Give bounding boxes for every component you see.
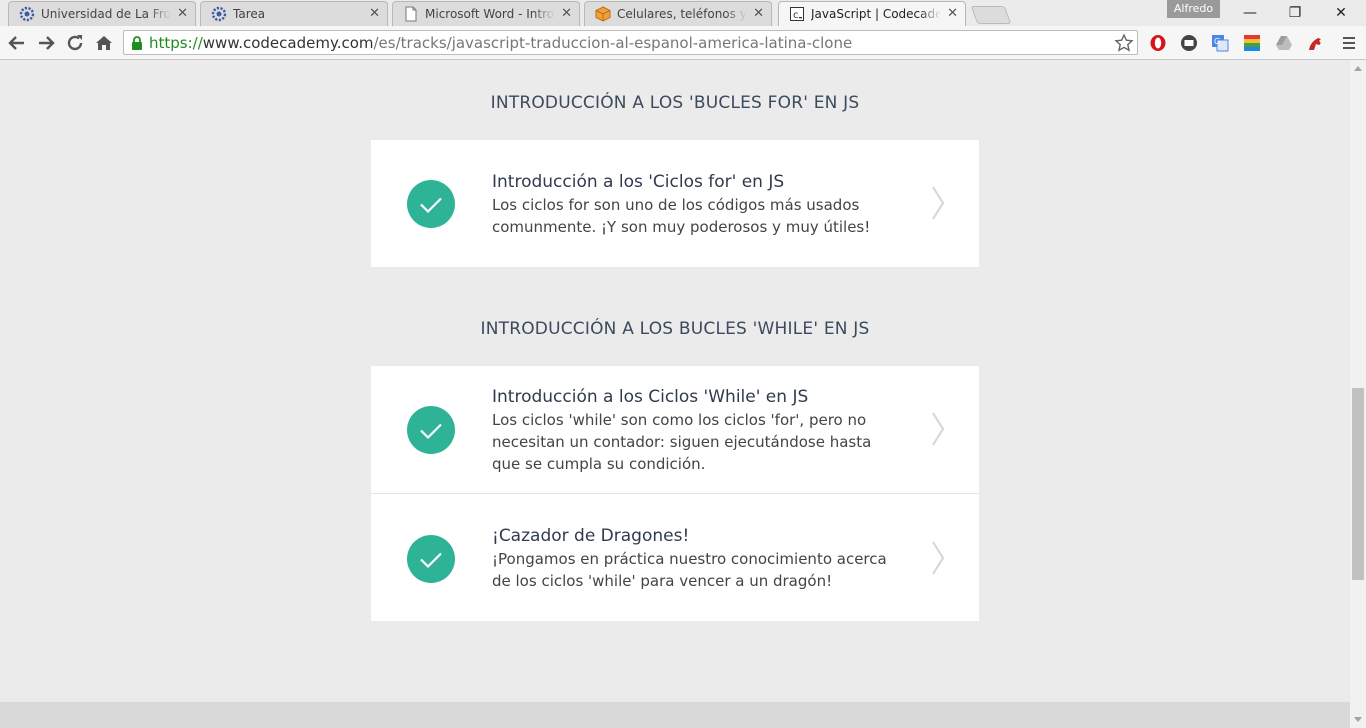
lesson-title: Introducción a los 'Ciclos for' en JS — [492, 172, 785, 192]
secure-lock-icon — [129, 35, 145, 51]
completed-check-icon — [407, 406, 455, 454]
university-gear-icon — [211, 6, 227, 22]
minimize-button[interactable]: — — [1230, 3, 1270, 23]
url-host: www.codecademy.com — [202, 34, 374, 52]
tab-close-icon[interactable]: ✕ — [947, 6, 958, 22]
page-viewport: INTRODUCCIÓN A LOS 'BUCLES FOR' EN JS In… — [0, 60, 1350, 728]
lesson-description: ¡Pongamos en práctica nuestro conocimien… — [492, 550, 887, 590]
codecademy-icon: c — [789, 6, 805, 22]
window-close-button[interactable]: ✕ — [1321, 3, 1361, 23]
tab-close-icon[interactable]: ✕ — [561, 6, 572, 22]
tab-title: Microsoft Word - Introducción — [425, 7, 555, 21]
lesson-card-cazador-de-dragones[interactable]: ¡Cazador de Dragones! ¡Pongamos en práct… — [371, 493, 979, 621]
section-heading-while-loops: INTRODUCCIÓN A LOS BUCLES 'WHILE' EN JS — [480, 319, 870, 339]
box-icon — [595, 6, 611, 22]
bookmark-star-icon[interactable] — [1114, 33, 1134, 53]
lesson-title: ¡Cazador de Dragones! — [492, 526, 690, 546]
tab-title: Tarea — [233, 7, 363, 21]
back-button[interactable] — [5, 31, 29, 55]
opera-icon[interactable] — [1149, 34, 1167, 52]
reload-icon — [67, 35, 83, 51]
tab-codecademy[interactable]: c JavaScript | Codecademy ✕ — [778, 1, 966, 27]
university-gear-icon — [19, 6, 35, 22]
home-icon — [96, 36, 112, 50]
chevron-right-icon — [932, 186, 945, 220]
tab-title: Celulares, teléfonos y accesorios — [617, 7, 747, 21]
drive-icon[interactable] — [1275, 34, 1293, 52]
tab-microsoft-word[interactable]: Microsoft Word - Introducción ✕ — [392, 1, 580, 26]
forward-button[interactable] — [34, 31, 58, 55]
back-arrow-icon — [8, 36, 24, 50]
chevron-right-icon — [932, 412, 945, 446]
reload-button[interactable] — [63, 31, 87, 55]
tab-close-icon[interactable]: ✕ — [177, 6, 188, 22]
url-path: /es/tracks/javascript-traduccion-al-espa… — [373, 34, 853, 52]
tab-celulares[interactable]: Celulares, teléfonos y accesorios ✕ — [584, 1, 772, 26]
lesson-description: Los ciclos for son uno de los códigos má… — [492, 196, 871, 236]
screenshot-icon[interactable] — [1180, 34, 1198, 52]
new-tab-button[interactable] — [970, 6, 1012, 24]
section-heading-for-loops: INTRODUCCIÓN A LOS 'BUCLES FOR' EN JS — [490, 93, 860, 113]
url-scheme: https:// — [149, 34, 203, 52]
restore-button[interactable]: ❐ — [1275, 3, 1315, 23]
url-text: https://www.codecademy.com/es/tracks/jav… — [149, 34, 852, 52]
svg-text:G: G — [1214, 37, 1220, 46]
lesson-title: Introducción a los Ciclos 'While' en JS — [492, 387, 809, 407]
tab-close-icon[interactable]: ✕ — [369, 6, 380, 22]
dragon-icon[interactable] — [1306, 34, 1324, 52]
svg-text:c: c — [793, 10, 799, 21]
lesson-card-ciclos-for[interactable]: Introducción a los 'Ciclos for' en JS Lo… — [371, 140, 979, 267]
tab-title: Universidad de La Frontera — [41, 7, 171, 21]
forward-arrow-icon — [39, 36, 55, 50]
scroll-down-arrow-icon[interactable] — [1354, 717, 1362, 722]
browser-toolbar: https://www.codecademy.com/es/tracks/jav… — [0, 26, 1366, 60]
tab-title: JavaScript | Codecademy — [811, 7, 941, 21]
lesson-card-ciclos-while[interactable]: Introducción a los Ciclos 'While' en JS … — [371, 366, 979, 494]
address-bar[interactable]: https://www.codecademy.com/es/tracks/jav… — [123, 30, 1138, 55]
completed-check-icon — [407, 535, 455, 583]
home-button[interactable] — [92, 31, 116, 55]
translate-icon[interactable]: G — [1211, 34, 1229, 52]
page-footer-band — [0, 702, 1350, 728]
tab-strip: Universidad de La Frontera ✕ Tarea ✕ Mic… — [0, 0, 1366, 27]
completed-check-icon — [407, 180, 455, 228]
scrollbar-thumb[interactable] — [1352, 388, 1364, 580]
document-icon — [403, 6, 419, 22]
vertical-scrollbar[interactable] — [1350, 60, 1366, 728]
tab-universidad[interactable]: Universidad de La Frontera ✕ — [8, 1, 196, 26]
tab-close-icon[interactable]: ✕ — [753, 6, 764, 22]
profile-button[interactable]: Alfredo — [1167, 0, 1220, 18]
menu-icon[interactable] — [1340, 34, 1358, 52]
color-grid-icon[interactable] — [1243, 34, 1261, 52]
scroll-up-arrow-icon[interactable] — [1354, 66, 1362, 71]
lesson-description: Los ciclos 'while' son como los ciclos '… — [492, 411, 872, 473]
chevron-right-icon — [932, 541, 945, 575]
tab-tarea[interactable]: Tarea ✕ — [200, 1, 388, 26]
